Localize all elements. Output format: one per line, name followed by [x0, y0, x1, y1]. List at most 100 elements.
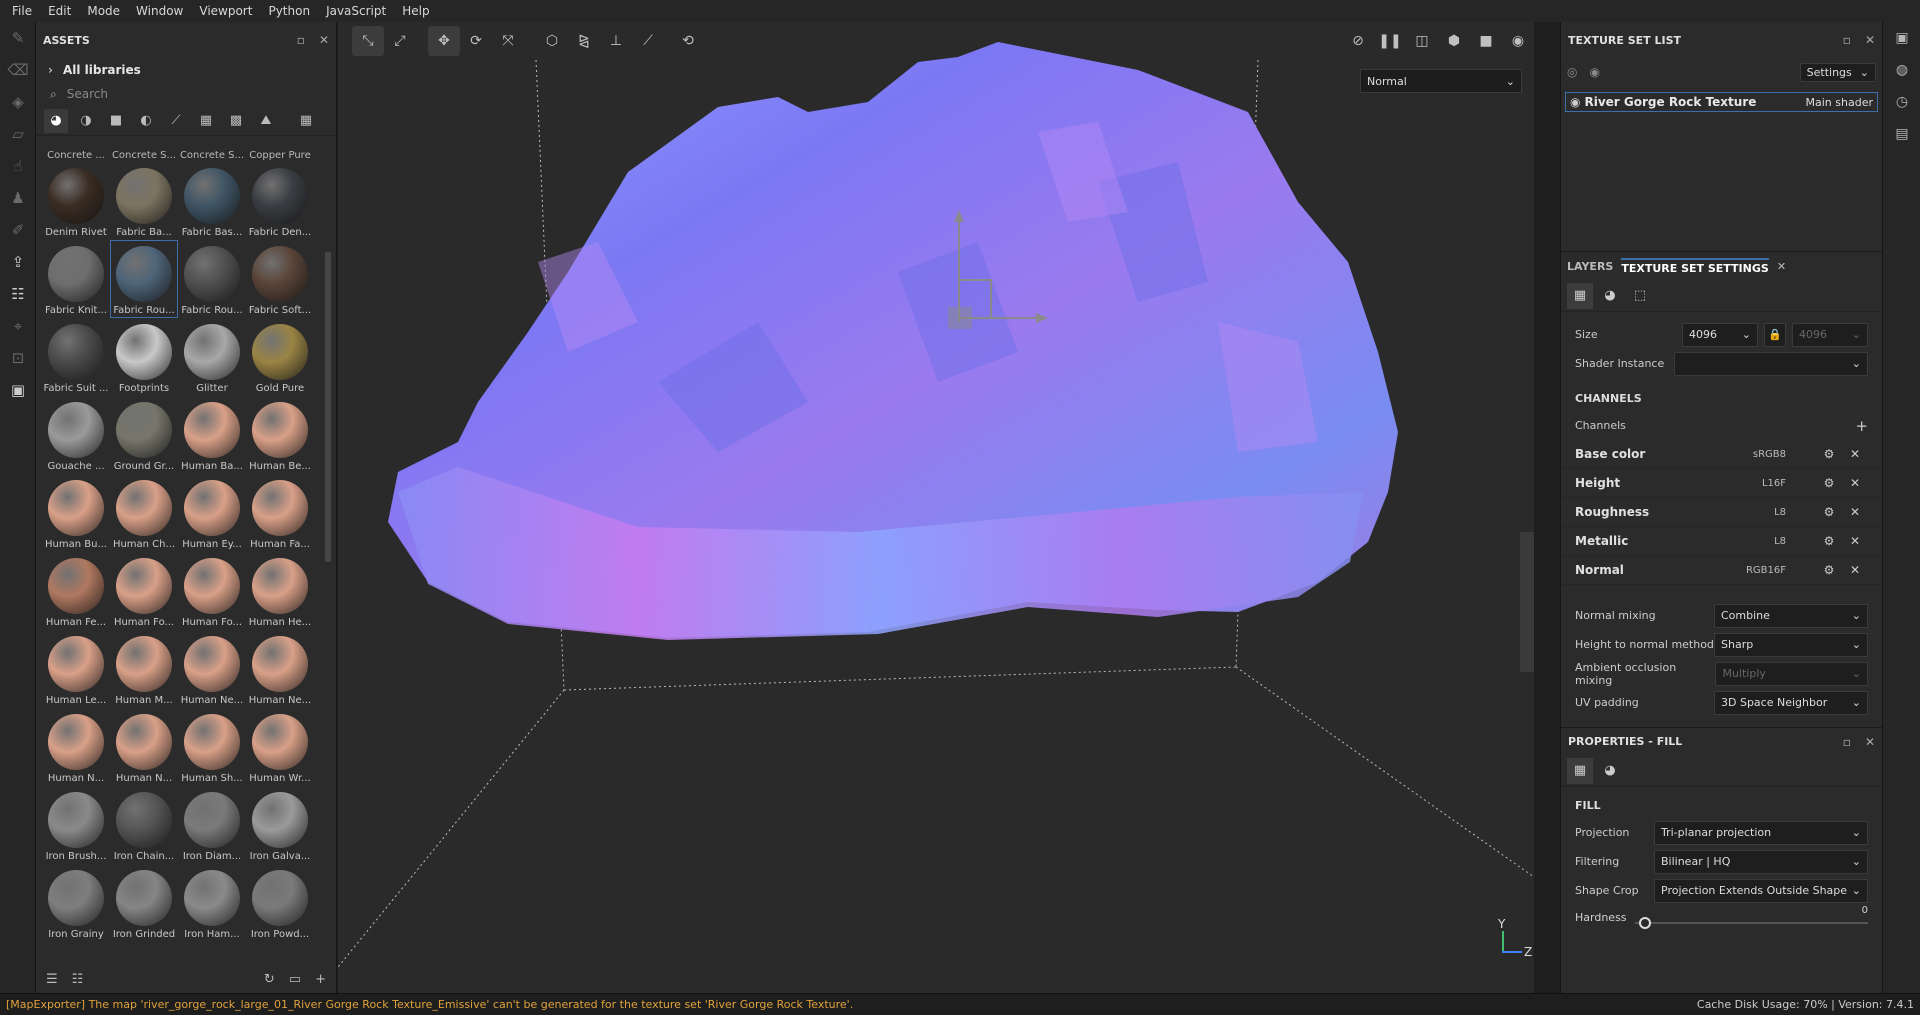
material-icon[interactable]: ◕ — [1597, 283, 1623, 309]
menu-javascript[interactable]: JavaScript — [318, 4, 394, 18]
paint-brush-icon[interactable]: ✎ — [0, 22, 36, 54]
folder-icon[interactable]: ▭ — [289, 972, 301, 987]
asset-item[interactable]: Human He... — [246, 552, 314, 630]
asset-item[interactable]: Human Sh... — [178, 708, 246, 786]
asset-item[interactable]: Fabric Knit... — [42, 240, 110, 318]
channel-format[interactable]: sRGB8 — [1726, 449, 1786, 460]
grid-settings-icon[interactable]: ▦ — [1567, 282, 1593, 309]
clone-icon[interactable]: ♟ — [0, 182, 36, 214]
list-view-icon[interactable]: ☰ — [46, 972, 58, 987]
asset-item[interactable]: Gold Pure — [246, 318, 314, 396]
asset-item[interactable]: Human Bu... — [42, 474, 110, 552]
snap-icon[interactable]: ⟋ — [632, 26, 664, 56]
channel-row[interactable]: Normal RGB16F ⚙ ✕ — [1561, 556, 1882, 585]
measure-icon[interactable]: ⌖ — [0, 310, 36, 342]
asset-item[interactable]: Human Fe... — [42, 552, 110, 630]
asset-item[interactable]: Human Ey... — [178, 474, 246, 552]
float-icon[interactable]: ▫ — [297, 33, 305, 47]
viewport-scrollbar[interactable] — [1520, 532, 1534, 672]
asset-item[interactable]: Fabric Den... — [246, 162, 314, 240]
visibility-icon[interactable]: ◉ — [1570, 95, 1580, 109]
3d-viewport[interactable]: ⤡ ⤢ ✥ ⟳ ⤧ ⬡ ⧎ ⊥ ⟋ ⟲ ⊘ ❚❚ ◫ ⬢ ■ ◉ Normal ⌄… — [338, 22, 1534, 993]
projection-select[interactable]: Tri-planar projection ⌄ — [1654, 820, 1868, 845]
filtering-select[interactable]: Bilinear | HQ ⌄ — [1654, 849, 1868, 874]
screenshot-icon[interactable]: ◉ — [1502, 26, 1534, 56]
log-icon[interactable]: ▤ — [1883, 118, 1920, 150]
close-icon[interactable]: ✕ — [1865, 735, 1875, 749]
move-tool-icon[interactable]: ✥ — [428, 26, 460, 56]
asset-item[interactable]: Fabric Rou... — [178, 240, 246, 318]
close-icon[interactable]: ✕ — [319, 33, 329, 47]
asset-item[interactable]: Human Wr... — [246, 708, 314, 786]
menu-edit[interactable]: Edit — [40, 4, 79, 18]
color-picker-icon[interactable]: ✐ — [0, 214, 36, 246]
split-view-icon[interactable]: ◫ — [1406, 26, 1438, 56]
tab-texture-set-settings[interactable]: TEXTURE SET SETTINGS — [1621, 257, 1769, 275]
hide-icon[interactable]: ⊘ — [1342, 26, 1374, 56]
mirror-icon[interactable]: ⧎ — [568, 26, 600, 56]
asset-item[interactable]: Human Le... — [42, 630, 110, 708]
asset-item[interactable]: Human Fa... — [246, 474, 314, 552]
menu-file[interactable]: File — [4, 4, 40, 18]
rotate-tool-icon[interactable]: ⟳ — [460, 26, 492, 56]
pause-icon[interactable]: ❚❚ — [1374, 26, 1406, 56]
menu-help[interactable]: Help — [394, 4, 437, 18]
asset-item[interactable]: Iron Galva... — [246, 786, 314, 864]
add-channel-icon[interactable]: + — [1855, 417, 1868, 435]
polygon-fill-icon[interactable]: ▱ — [0, 118, 36, 150]
uv-padding-select[interactable]: 3D Space Neighbor ⌄ — [1714, 690, 1868, 715]
asset-item[interactable]: Iron Brush... — [42, 786, 110, 864]
camera-rotate-icon[interactable]: ⤢ — [384, 26, 416, 56]
asset-item[interactable]: Iron Ham... — [178, 864, 246, 942]
channel-row[interactable]: Base color sRGB8 ⚙ ✕ — [1561, 440, 1882, 469]
material-icon[interactable]: ◕ — [1597, 758, 1623, 784]
cube-icon[interactable]: ⬡ — [536, 26, 568, 56]
remove-channel-icon[interactable]: ✕ — [1842, 563, 1868, 577]
tree-view-icon[interactable]: ☷ — [72, 972, 84, 987]
close-icon[interactable]: ✕ — [1865, 33, 1875, 47]
search-input[interactable]: ⌕ Search — [36, 82, 336, 106]
video-camera-icon[interactable]: ■ — [1470, 26, 1502, 56]
channel-format[interactable]: L8 — [1726, 536, 1786, 547]
eraser-icon[interactable]: ⌫ — [0, 54, 36, 86]
eye-icon[interactable]: ◉ — [1589, 65, 1599, 79]
materials-filter-icon[interactable]: ◕ — [44, 108, 68, 133]
asset-item[interactable]: Fabric Soft... — [246, 240, 314, 318]
asset-item[interactable]: Fabric Bas... — [178, 162, 246, 240]
size-select[interactable]: 4096 ⌄ — [1682, 322, 1758, 347]
asset-item[interactable]: Human N... — [42, 708, 110, 786]
projection-icon[interactable]: ◈ — [0, 86, 36, 118]
menu-mode[interactable]: Mode — [79, 4, 128, 18]
channel-row[interactable]: Roughness L8 ⚙ ✕ — [1561, 498, 1882, 527]
brushes-filter-icon[interactable]: ⟋ — [164, 109, 188, 133]
all-libraries[interactable]: › All libraries — [36, 58, 336, 82]
channel-settings-icon[interactable]: ⚙ — [1816, 505, 1842, 519]
alphas-filter-icon[interactable]: ▦ — [194, 109, 218, 133]
masks-filter-icon[interactable]: ■ — [104, 109, 128, 133]
asset-item[interactable]: Iron Powd... — [246, 864, 314, 942]
camera-tool-icon[interactable]: ⤡ — [352, 26, 384, 56]
smart-masks-filter-icon[interactable]: ◐ — [134, 109, 158, 133]
channel-settings-icon[interactable]: ⚙ — [1816, 534, 1842, 548]
smudge-icon[interactable]: ☝ — [0, 150, 36, 182]
smart-materials-filter-icon[interactable]: ◑ — [74, 109, 98, 133]
asset-item[interactable]: Iron Chain... — [110, 786, 178, 864]
hardness-slider[interactable]: Hardness 0 — [1575, 905, 1868, 929]
remove-channel-icon[interactable]: ✕ — [1842, 534, 1868, 548]
refresh-icon[interactable]: ↻ — [264, 972, 275, 987]
grunges-filter-icon[interactable]: ▩ — [224, 109, 248, 133]
close-tab-icon[interactable]: ✕ — [1777, 260, 1786, 273]
ao-mixing-select[interactable]: Multiply ⌄ — [1715, 661, 1868, 686]
asset-item[interactable]: Ground Gr... — [110, 396, 178, 474]
export-icon[interactable]: ⇪ — [0, 246, 36, 278]
history-icon[interactable]: ⟲ — [672, 26, 704, 56]
bake-icon[interactable]: ☷ — [0, 278, 36, 310]
view-cube-icon[interactable]: ⬢ — [1438, 26, 1470, 56]
channel-row[interactable]: Height L16F ⚙ ✕ — [1561, 469, 1882, 498]
channel-format[interactable]: L8 — [1726, 507, 1786, 518]
remove-channel-icon[interactable]: ✕ — [1842, 476, 1868, 490]
asset-item[interactable]: Human Ne... — [246, 630, 314, 708]
asset-item[interactable]: Denim Rivet — [42, 162, 110, 240]
channel-row[interactable]: Metallic L8 ⚙ ✕ — [1561, 527, 1882, 556]
channel-settings-icon[interactable]: ⚙ — [1816, 563, 1842, 577]
